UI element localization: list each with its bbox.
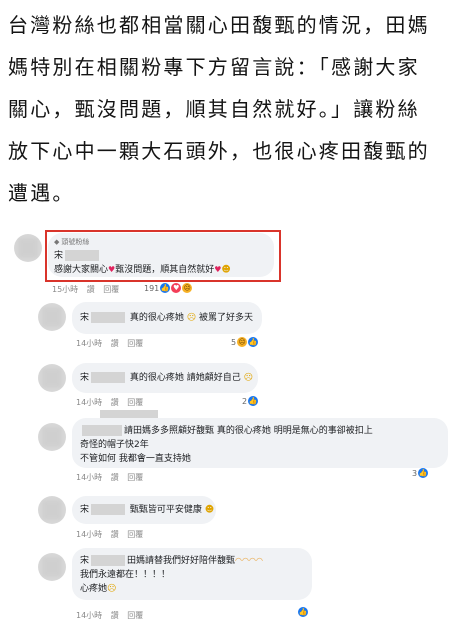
crying-emoji-icon: ☹ — [186, 313, 197, 323]
blurred-name — [91, 372, 126, 383]
commenter-name[interactable]: 宋 — [80, 503, 89, 517]
article-line: 放下心中一顆大石頭外，也很心疼田馥甄的 — [8, 139, 430, 163]
comment-bubble: 宋 田媽請替我們好好陪伴馥甄◠◠◠◠ 我們永遠都在！！！！ 心疼她☹ — [72, 548, 312, 600]
like-reaction-icon: 👍 — [248, 337, 259, 347]
reply-link[interactable]: 回覆 — [127, 530, 143, 539]
crying-emoji-icon: ☹ — [107, 584, 117, 594]
like-reaction-icon: 👍 — [248, 396, 259, 406]
article-line: 關心，甄沒問題，順其自然就好。」讓粉絲 — [8, 97, 420, 121]
reaction-summary[interactable]: 3 👍 — [412, 468, 429, 478]
blurred-name — [82, 425, 122, 436]
reply-link[interactable]: 回覆 — [127, 611, 143, 620]
article-line: 台灣粉絲也都相當關心田馥甄的情況，田媽 — [8, 13, 430, 37]
reaction-count: 2 — [242, 396, 248, 406]
comment-text: 請田媽多多照顧好馥甄 真的很心疼她 明明是無心的事卻被扣上 — [124, 426, 373, 436]
comment-meta: 14小時 讚 回覆 — [76, 610, 143, 621]
article-line: 媽特別在相關粉專下方留言說：「感謝大家 — [8, 55, 420, 79]
reaction-summary[interactable]: 2 👍 — [242, 396, 259, 406]
like-link[interactable]: 讚 — [111, 530, 119, 539]
avatar[interactable] — [14, 234, 42, 262]
comment-time[interactable]: 15小時 — [52, 285, 78, 294]
avatar[interactable] — [38, 496, 66, 524]
reaction-count: 191 — [144, 283, 160, 293]
comment-bubble: 請田媽多多照顧好馥甄 真的很心疼她 明明是無心的事卻被扣上 奇怪的帽子快2年 不… — [72, 418, 448, 468]
comment-meta: 14小時 讚 回覆 — [76, 338, 143, 349]
comment-text-2: 我們永遠都在！！！！ — [80, 570, 171, 580]
commenter-name[interactable]: 宋 — [80, 554, 89, 568]
comment-bubble: 宋 真的很心疼她 ☹ 被罵了好多天 — [72, 302, 262, 334]
like-link[interactable]: 讚 — [111, 473, 119, 482]
comment-text: 真的很心疼她 請她顧好自己 — [129, 373, 241, 383]
comment-time[interactable]: 14小時 — [76, 339, 102, 348]
comment-bubble: 宋 真的很心疼她 請她顧好自己 ☹ — [72, 363, 258, 393]
like-link[interactable]: 讚 — [87, 285, 95, 294]
reaction-count: 3 — [412, 468, 418, 478]
crying-emoji-icon: ☹ — [243, 373, 254, 383]
comment-meta: 14小時 讚 回覆 — [76, 397, 143, 408]
comment-time[interactable]: 14小時 — [76, 473, 102, 482]
blurred-name — [91, 312, 126, 323]
like-link[interactable]: 讚 — [111, 398, 119, 407]
like-reaction-icon: 👍 — [298, 607, 308, 617]
comment-text-2: 奇怪的帽子快2年 — [80, 440, 149, 450]
reaction-summary[interactable]: 👍 — [298, 607, 308, 617]
reply-link[interactable]: 回覆 — [127, 473, 143, 482]
like-link[interactable]: 讚 — [111, 611, 119, 620]
reply-link[interactable]: 回覆 — [103, 285, 119, 294]
sad-reaction-icon: ☹ — [237, 337, 248, 347]
heart-reaction-icon: ♥ — [171, 283, 182, 293]
sad-reaction-icon: ☹ — [182, 283, 193, 293]
like-reaction-icon: 👍 — [160, 283, 171, 293]
like-link[interactable]: 讚 — [111, 339, 119, 348]
comment-meta: 15小時 讚 回覆 — [52, 284, 119, 295]
reaction-summary[interactable]: 5 ☹ 👍 — [231, 337, 259, 347]
comment-meta: 14小時 讚 回覆 — [76, 529, 143, 540]
reply-link[interactable]: 回覆 — [127, 398, 143, 407]
blurred-name — [91, 555, 126, 566]
reply-link[interactable]: 回覆 — [127, 339, 143, 348]
smile-emoji-icon: ☻ — [204, 505, 215, 515]
blurred-name — [91, 504, 126, 515]
avatar[interactable] — [38, 303, 66, 331]
commenter-name[interactable]: 宋 — [80, 311, 89, 325]
comment-text: 真的很心疼她 — [129, 313, 184, 323]
comment-text: 甄甄皆可平安健康 — [129, 505, 202, 515]
comment-time[interactable]: 14小時 — [76, 398, 102, 407]
comment-bubble: 宋 甄甄皆可平安健康 ☻ — [72, 496, 216, 524]
reaction-summary[interactable]: 191 👍 ♥ ☹ — [144, 283, 193, 293]
avatar[interactable] — [38, 553, 66, 581]
article-line: 遭遇。 — [8, 181, 75, 205]
comment-time[interactable]: 14小時 — [76, 611, 102, 620]
comment-meta: 14小時 讚 回覆 — [76, 472, 143, 483]
avatar[interactable] — [38, 423, 66, 451]
avatar[interactable] — [38, 364, 66, 392]
comment-text-3: 心疼她 — [80, 584, 108, 594]
reaction-count: 5 — [231, 337, 237, 347]
comment-text-2: 被罵了好多天 — [199, 313, 254, 323]
article-text: 台灣粉絲也都相當關心田馥甄的情況，田媽 媽特別在相關粉專下方留言說：「感謝大家 … — [8, 4, 458, 214]
highlight-box — [45, 230, 281, 282]
like-reaction-icon: 👍 — [418, 468, 429, 478]
comment-time[interactable]: 14小時 — [76, 530, 102, 539]
comment-text-3: 不管如何 我都會一直支持她 — [80, 454, 191, 464]
commenter-name[interactable]: 宋 — [80, 371, 89, 385]
comment-text: 田媽請替我們好好陪伴馥甄 — [127, 556, 236, 566]
hands-emoji-icon: ◠◠◠◠ — [235, 556, 263, 565]
